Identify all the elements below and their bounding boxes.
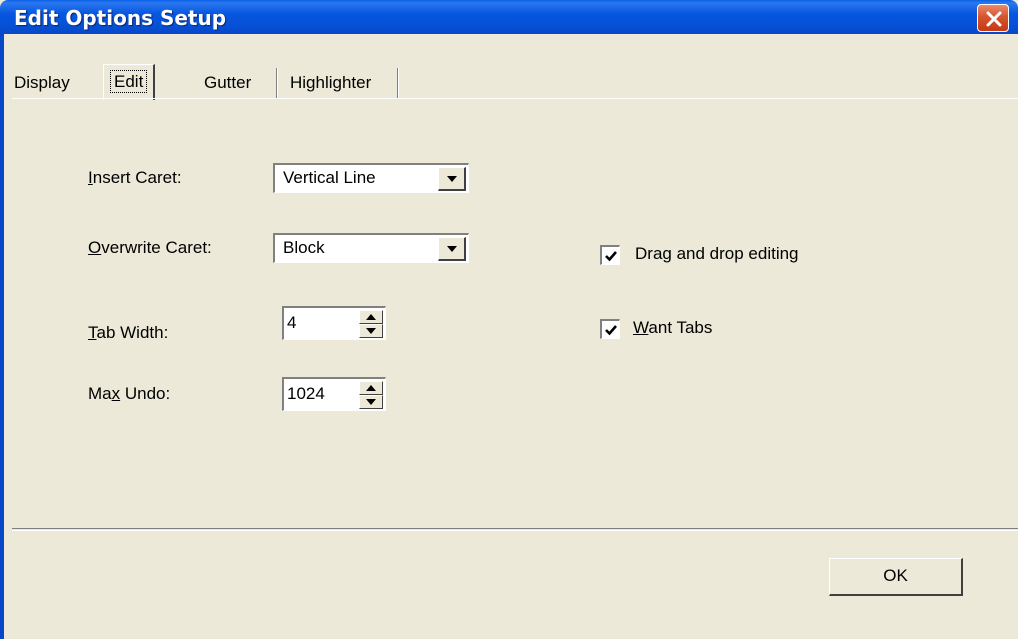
- tab-divider: [397, 68, 399, 98]
- tab-display[interactable]: Display: [6, 66, 78, 100]
- insert-caret-label: Insert Caret:: [88, 168, 182, 187]
- max-undo-down-button[interactable]: [359, 395, 383, 409]
- checkmark-icon: [605, 325, 617, 336]
- window-frame-left: [0, 34, 4, 639]
- checkmark-icon: [605, 251, 617, 262]
- tab-highlighter[interactable]: Highlighter: [282, 66, 379, 100]
- overwrite-caret-dropdown-button[interactable]: [438, 237, 466, 261]
- overwrite-caret-value: Block: [283, 238, 325, 257]
- want-tabs-label[interactable]: Want Tabs: [633, 318, 712, 338]
- tab-width-spinner[interactable]: 4: [282, 306, 386, 340]
- max-undo-label: Max Undo:: [88, 384, 171, 403]
- insert-caret-dropdown-button[interactable]: [438, 167, 466, 191]
- tab-width-down-button[interactable]: [359, 324, 383, 338]
- footer-separator: [12, 528, 1018, 531]
- chevron-down-icon: [447, 246, 457, 252]
- tab-strip: Display Edit Gutter Highlighter: [4, 34, 1018, 102]
- tab-panel-border: [12, 98, 1018, 100]
- overwrite-caret-label: Overwrite Caret:: [88, 238, 212, 257]
- max-undo-up-button[interactable]: [359, 381, 383, 395]
- insert-caret-value: Vertical Line: [283, 168, 376, 187]
- overwrite-caret-select[interactable]: Block: [273, 233, 469, 263]
- tab-edit[interactable]: Edit: [103, 64, 156, 100]
- chevron-down-icon: [447, 176, 457, 182]
- edit-options-dialog: Edit Options Setup Display Edit Gutter H…: [0, 0, 1018, 639]
- tab-width-up-button[interactable]: [359, 310, 383, 324]
- spin-down-icon: [366, 328, 376, 334]
- spin-up-icon: [366, 385, 376, 391]
- drag-drop-checkbox[interactable]: [600, 245, 620, 265]
- ok-button[interactable]: OK: [829, 558, 963, 596]
- tab-width-label: Tab Width:: [88, 323, 169, 342]
- window-title: Edit Options Setup: [14, 6, 227, 30]
- tab-divider: [276, 68, 278, 98]
- max-undo-spinner[interactable]: 1024: [282, 377, 386, 411]
- spin-up-icon: [366, 314, 376, 320]
- tab-width-value: 4: [287, 313, 297, 332]
- tab-gutter[interactable]: Gutter: [196, 66, 259, 100]
- drag-drop-label[interactable]: Drag and drop editing: [635, 244, 799, 264]
- spin-down-icon: [366, 399, 376, 405]
- close-icon: [986, 11, 1002, 27]
- close-button[interactable]: [977, 4, 1009, 32]
- title-bar: Edit Options Setup: [0, 0, 1018, 34]
- want-tabs-checkbox[interactable]: [600, 319, 620, 339]
- max-undo-value: 1024: [287, 384, 325, 403]
- insert-caret-select[interactable]: Vertical Line: [273, 163, 469, 193]
